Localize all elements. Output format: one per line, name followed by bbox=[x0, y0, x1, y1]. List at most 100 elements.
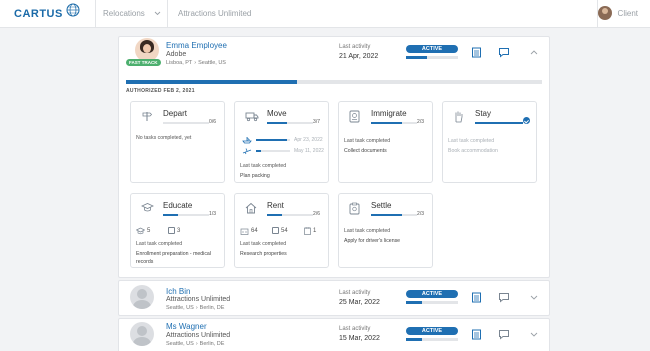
shipment-row: Apr 23, 2022 bbox=[242, 136, 323, 144]
client-menu[interactable]: Client bbox=[597, 6, 638, 20]
service-progress-bar bbox=[475, 122, 523, 124]
service-title: Settle bbox=[371, 201, 392, 210]
chevron-down-icon[interactable] bbox=[154, 10, 161, 17]
relocation-route: Seattle, US › Berlin, DE bbox=[166, 305, 224, 311]
fast-track-badge: FAST TRACK bbox=[126, 59, 161, 66]
chevron-up-icon[interactable] bbox=[530, 49, 538, 56]
signpost-icon bbox=[142, 112, 153, 121]
chevron-down-icon[interactable] bbox=[530, 294, 538, 301]
chat-icon[interactable] bbox=[498, 47, 510, 58]
route-from: Seattle, US bbox=[166, 341, 194, 347]
progress-fill bbox=[256, 139, 287, 141]
progress-fill bbox=[267, 122, 287, 124]
last-task-value: Plan packing bbox=[240, 173, 270, 179]
top-bar: CARTUS Relocations Attractions Unlimited… bbox=[0, 0, 650, 28]
relocation-route: Seattle, US › Berlin, DE bbox=[166, 341, 224, 347]
route-to: Berlin, DE bbox=[199, 305, 225, 311]
last-activity-date: 25 Mar, 2022 bbox=[339, 299, 380, 306]
employee-company: Attractions Unlimited bbox=[166, 296, 231, 303]
service-card-immigrate[interactable]: Immigrate 2/3 Last task completed Collec… bbox=[338, 101, 433, 183]
ship-icon bbox=[242, 137, 252, 144]
shipment-date: Apr 23, 2022 bbox=[294, 137, 323, 143]
progress-fill bbox=[371, 122, 402, 124]
last-activity-label: Last activity bbox=[339, 326, 371, 332]
cartus-logo[interactable]: CARTUS bbox=[14, 3, 81, 23]
hand-icon bbox=[455, 111, 463, 123]
service-card-move[interactable]: Move 3/7 Apr 23, 2022 May 11, 2022 Last … bbox=[234, 101, 329, 183]
service-progress-bar bbox=[267, 122, 313, 124]
authorized-label: AUTHORIZED FEB 2, 2021 bbox=[126, 88, 195, 94]
employee-name[interactable]: Ich Bin bbox=[166, 287, 190, 296]
document-icon[interactable] bbox=[471, 292, 482, 303]
shipment-progress-bar bbox=[256, 150, 290, 152]
complete-check-icon bbox=[523, 117, 530, 124]
task-count: 2/3 bbox=[417, 211, 424, 217]
avatar bbox=[597, 6, 612, 20]
last-task-value: Research properties bbox=[240, 251, 287, 257]
service-card-rent[interactable]: Rent 2/6 64 54 1 Last task completed Res… bbox=[234, 193, 329, 268]
last-task-label: Last task completed bbox=[344, 138, 391, 144]
relocation-progress-bar bbox=[126, 80, 542, 84]
task-count: 2/3 bbox=[417, 119, 424, 125]
service-title: Educate bbox=[163, 201, 193, 210]
last-task-label: Last task completed bbox=[344, 228, 391, 234]
stat-value: 1 bbox=[313, 228, 317, 234]
chat-icon[interactable] bbox=[498, 292, 510, 303]
employee-company: Adobe bbox=[166, 51, 187, 58]
calendar-stat: 54 bbox=[272, 227, 288, 234]
shipment-date: May 11, 2022 bbox=[294, 148, 324, 154]
progress-fill bbox=[406, 301, 422, 304]
route-arrow-icon: › bbox=[195, 305, 198, 311]
progress-fill bbox=[475, 122, 523, 124]
last-activity-label: Last activity bbox=[339, 290, 371, 296]
document-icon[interactable] bbox=[471, 47, 482, 58]
avatar bbox=[130, 322, 154, 346]
service-card-educate[interactable]: Educate 1/3 5 3 Last task completed Enro… bbox=[130, 193, 225, 268]
avatar bbox=[130, 285, 154, 309]
service-title: Move bbox=[267, 109, 287, 118]
calendar-stat: 3 bbox=[168, 227, 180, 234]
employee-company: Attractions Unlimited bbox=[166, 332, 231, 339]
company-name: Attractions Unlimited bbox=[178, 9, 252, 18]
graduation-cap-icon bbox=[136, 227, 145, 235]
employee-progress-bar bbox=[406, 56, 458, 59]
service-title: Stay bbox=[475, 109, 492, 118]
last-task-value: Collect documents bbox=[344, 148, 387, 154]
last-task-label: Last task completed bbox=[448, 138, 495, 144]
divider bbox=[167, 0, 168, 28]
route-from: Seattle, US bbox=[166, 305, 194, 311]
calendar-icon bbox=[272, 227, 279, 234]
clipboard-stat: 1 bbox=[304, 227, 316, 235]
relocations-dropdown[interactable]: Relocations bbox=[103, 9, 145, 18]
service-card-settle[interactable]: Settle 2/3 Last task completed Apply for… bbox=[338, 193, 433, 268]
employee-name[interactable]: Emma Employee bbox=[166, 41, 227, 50]
employee-progress-bar bbox=[406, 301, 458, 304]
service-progress-bar bbox=[163, 214, 209, 216]
service-card-stay[interactable]: Stay Last task completed Book accommodat… bbox=[442, 101, 537, 183]
service-title: Depart bbox=[163, 109, 188, 118]
last-task-label: Last task completed bbox=[240, 241, 287, 247]
last-task-label: Last task completed bbox=[240, 163, 287, 169]
service-progress-bar bbox=[163, 122, 209, 124]
service-title: Immigrate bbox=[371, 109, 407, 118]
globe-icon bbox=[66, 3, 80, 17]
route-arrow-icon: › bbox=[195, 341, 198, 347]
employee-name[interactable]: Ms Wagner bbox=[166, 322, 207, 331]
properties-stat: 64 bbox=[240, 227, 258, 235]
service-card-depart[interactable]: Depart 0/6 No tasks completed, yet bbox=[130, 101, 225, 183]
clipboard-icon bbox=[349, 202, 360, 215]
logo-text: CARTUS bbox=[14, 8, 63, 20]
route-arrow-icon: › bbox=[194, 60, 197, 66]
building-icon bbox=[240, 228, 249, 235]
service-progress-bar bbox=[371, 214, 417, 216]
chat-icon[interactable] bbox=[498, 329, 510, 340]
document-icon[interactable] bbox=[471, 329, 482, 340]
last-activity-date: 15 Mar, 2022 bbox=[339, 335, 380, 342]
progress-fill bbox=[256, 150, 262, 152]
client-label: Client bbox=[617, 8, 638, 18]
chevron-down-icon[interactable] bbox=[530, 331, 538, 338]
shipment-row: May 11, 2022 bbox=[242, 147, 324, 155]
last-task-value: Apply for driver's license bbox=[344, 238, 401, 244]
route-to: Seattle, US bbox=[198, 60, 226, 66]
truck-icon bbox=[245, 112, 259, 122]
